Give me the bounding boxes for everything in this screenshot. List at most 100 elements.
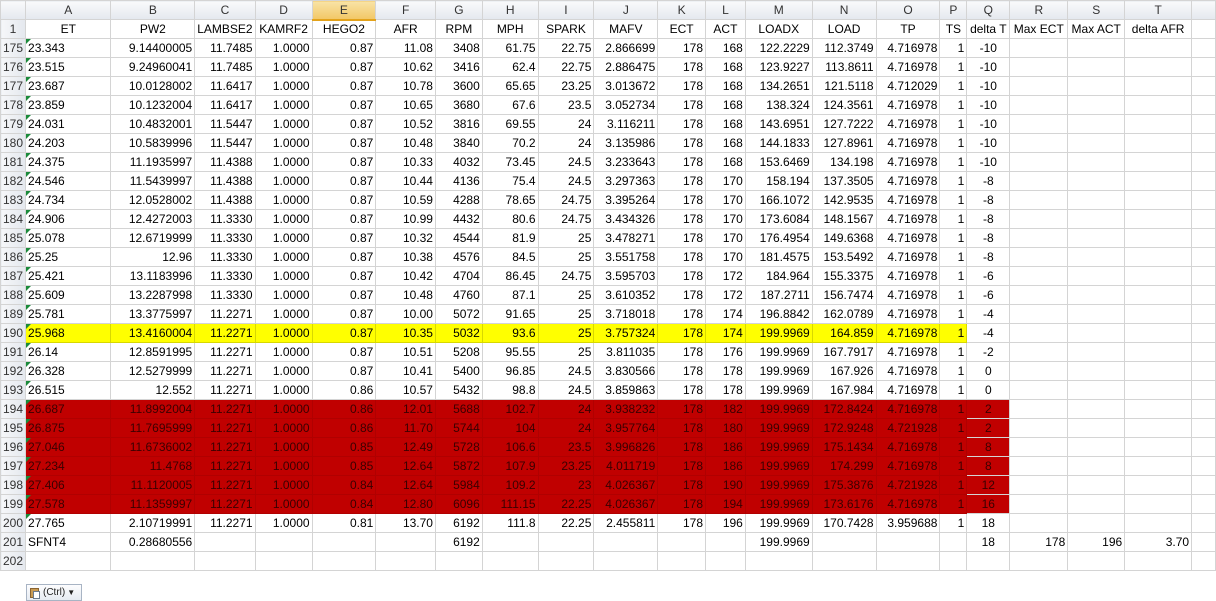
row-header[interactable]: 195 [0,418,27,438]
grid-cell[interactable]: 3.434326 [593,209,659,229]
grid-cell[interactable] [1009,456,1069,476]
grid-cell[interactable] [875,551,941,571]
grid-cell[interactable]: 11.2271 [194,304,256,324]
grid-cell[interactable]: 4432 [434,209,483,229]
grid-cell[interactable]: 1 [939,342,968,362]
grid-cell[interactable]: 1.0000 [254,399,313,419]
grid-cell[interactable]: 196 [1067,532,1126,552]
grid-cell[interactable]: 4.712029 [875,76,941,96]
grid-cell[interactable]: 178 [657,456,706,476]
grid-cell[interactable] [593,551,659,571]
grid-cell[interactable]: 1 [939,323,968,343]
grid-cell[interactable]: 1 [939,133,968,153]
grid-cell[interactable]: 26.328 [25,361,112,381]
grid-cell[interactable]: 164.859 [811,323,877,343]
grid-cell[interactable]: 5208 [434,342,483,362]
grid-cell[interactable] [1009,361,1069,381]
row-header[interactable]: 196 [0,437,27,457]
grid-cell[interactable] [1067,323,1126,343]
grid-cell[interactable]: 27.406 [25,475,112,495]
grid-cell[interactable]: 11.2271 [194,380,256,400]
grid-cell[interactable]: 1 [939,285,968,305]
select-all-corner[interactable] [0,0,27,20]
grid-cell[interactable]: 172.8424 [811,399,877,419]
grid-cell[interactable] [1067,38,1126,58]
grid-cell[interactable]: 6096 [434,494,483,514]
grid-cell[interactable]: 10.99 [375,209,436,229]
grid-cell[interactable]: 25 [537,323,595,343]
grid-cell[interactable]: 1 [939,228,968,248]
header-cell[interactable]: LAMBSE2 [194,19,256,39]
grid-cell[interactable]: 4.716978 [875,456,941,476]
grid-cell[interactable]: 11.2271 [194,323,256,343]
grid-cell[interactable]: 168 [705,95,746,115]
grid-cell[interactable]: 178 [657,342,706,362]
grid-cell[interactable]: 1 [939,494,968,514]
grid-cell[interactable]: 1 [939,399,968,419]
grid-cell[interactable]: 1 [939,171,968,191]
column-header-h[interactable]: H [481,0,539,20]
grid-cell[interactable] [1124,76,1193,96]
grid-cell[interactable]: 0.86 [311,418,377,438]
grid-cell[interactable]: 11.3330 [194,266,256,286]
grid-cell[interactable]: 12.80 [375,494,436,514]
grid-cell[interactable]: 12 [966,475,1011,495]
header-cell[interactable]: TP [875,19,941,39]
grid-cell[interactable]: 4.716978 [875,437,941,457]
grid-cell[interactable]: 3.610352 [593,285,659,305]
grid-cell[interactable]: 10.41 [375,361,436,381]
grid-cell[interactable]: 166.1072 [744,190,813,210]
grid-cell[interactable] [1124,266,1193,286]
grid-cell[interactable]: SFNT4 [25,532,112,552]
grid-cell[interactable]: 0.87 [311,342,377,362]
row-header[interactable]: 192 [0,361,27,381]
grid-cell[interactable]: 1 [939,513,968,533]
grid-cell[interactable]: 134.198 [811,152,877,172]
grid-cell[interactable]: 10.35 [375,323,436,343]
grid-cell[interactable]: 13.3775997 [110,304,196,324]
grid-cell[interactable]: 187.2711 [744,285,813,305]
grid-cell[interactable]: 175.1434 [811,437,877,457]
grid-cell[interactable]: 4.716978 [875,190,941,210]
grid-cell[interactable] [1009,95,1069,115]
grid-cell[interactable] [1067,114,1126,134]
grid-cell[interactable]: 23.5 [537,437,595,457]
grid-cell[interactable]: 1.0000 [254,475,313,495]
grid-cell[interactable]: 4.716978 [875,228,941,248]
grid-cell[interactable] [1009,152,1069,172]
grid-cell[interactable]: 10.5839996 [110,133,196,153]
grid-cell[interactable] [1191,38,1216,58]
grid-cell[interactable]: 24.203 [25,133,112,153]
grid-cell[interactable]: 4032 [434,152,483,172]
grid-cell[interactable]: 1.0000 [254,513,313,533]
grid-cell[interactable] [1124,285,1193,305]
grid-cell[interactable] [939,551,968,571]
grid-cell[interactable]: 25 [537,285,595,305]
grid-cell[interactable]: -10 [966,114,1011,134]
grid-cell[interactable]: 127.8961 [811,133,877,153]
grid-cell[interactable] [1191,437,1216,457]
grid-cell[interactable] [1191,532,1216,552]
column-header-c[interactable]: C [194,0,256,20]
grid-cell[interactable]: 0 [966,380,1011,400]
grid-cell[interactable]: -8 [966,190,1011,210]
grid-cell[interactable]: 24.375 [25,152,112,172]
grid-cell[interactable]: 196 [705,513,746,533]
grid-cell[interactable]: 27.765 [25,513,112,533]
grid-cell[interactable]: 112.3749 [811,38,877,58]
grid-cell[interactable]: 11.7485 [194,57,256,77]
grid-cell[interactable]: 23.515 [25,57,112,77]
grid-cell[interactable] [875,532,941,552]
grid-cell[interactable]: 4.721928 [875,418,941,438]
grid-cell[interactable]: 156.7474 [811,285,877,305]
column-header-d[interactable]: D [254,0,313,20]
grid-cell[interactable] [1067,95,1126,115]
grid-cell[interactable]: 0.87 [311,114,377,134]
grid-cell[interactable] [1191,114,1216,134]
grid-cell[interactable]: 138.324 [744,95,813,115]
grid-cell[interactable]: 199.9969 [744,513,813,533]
grid-cell[interactable]: 4.716978 [875,38,941,58]
header-cell[interactable]: RPM [434,19,483,39]
grid-cell[interactable]: 4.716978 [875,114,941,134]
grid-cell[interactable]: 4.716978 [875,171,941,191]
